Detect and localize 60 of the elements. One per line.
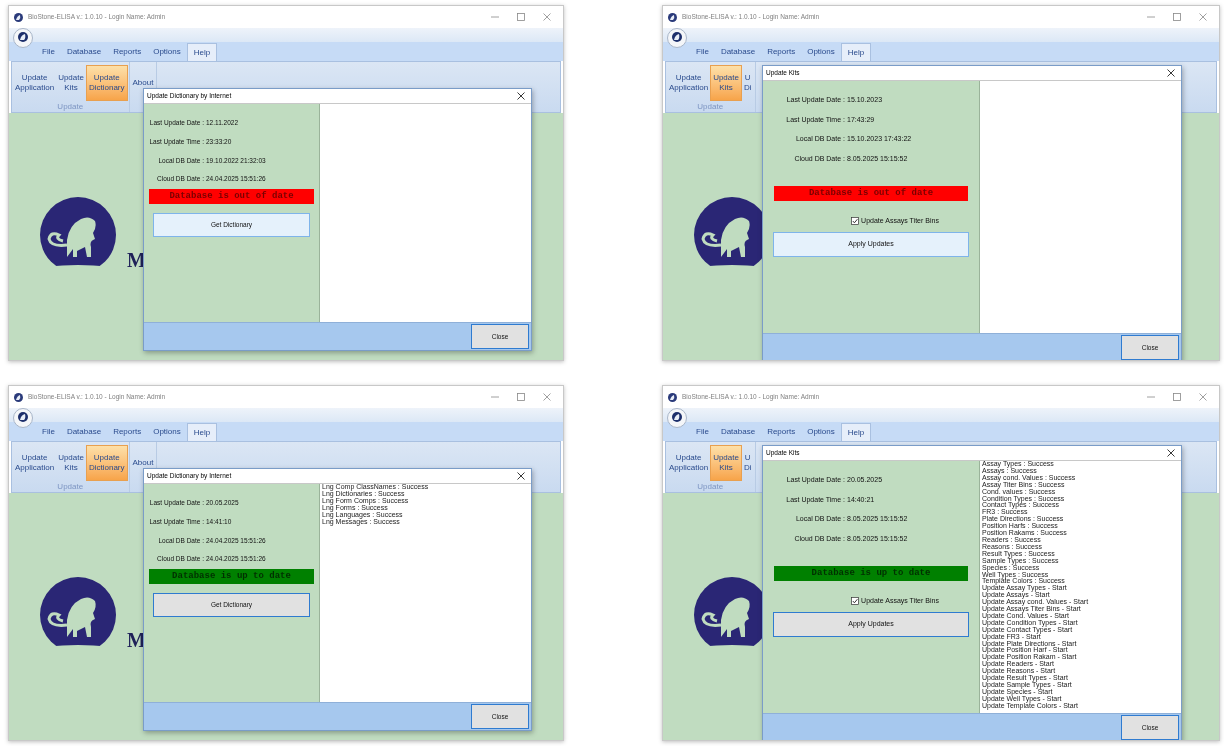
menu-tab[interactable]: Reports	[107, 43, 148, 61]
lion-icon	[37, 575, 119, 653]
ribbon-group-label: Update	[696, 481, 725, 492]
menu-tab[interactable]: Reports	[761, 423, 802, 441]
status-banner: Database is out of date	[774, 186, 968, 201]
ribbon-button[interactable]: Update Kits	[56, 445, 86, 481]
menu-tab[interactable]: Options	[147, 423, 187, 441]
ribbon-group-label: Update	[56, 101, 85, 112]
ribbon-group-label: Update	[56, 481, 85, 492]
status-banner: Database is up to date	[774, 566, 968, 581]
ribbon-button[interactable]: Update Application	[667, 445, 711, 481]
minimize-icon[interactable]	[491, 13, 499, 21]
menu-tab[interactable]: Database	[60, 423, 108, 441]
app-icon	[668, 392, 677, 402]
minimize-icon[interactable]	[491, 393, 499, 401]
close-icon[interactable]	[517, 472, 525, 480]
status-banner: Database is out of date	[149, 189, 314, 204]
ribbon-button[interactable]: Update Application	[13, 65, 57, 101]
close-icon[interactable]	[517, 92, 525, 100]
menu-tab[interactable]: File	[36, 423, 61, 441]
ribbon-button[interactable]: Update Application	[13, 445, 57, 481]
menu-tab[interactable]: Help	[840, 43, 872, 61]
menu-tab[interactable]: Options	[801, 423, 841, 441]
ribbon-button[interactable]: Update Dictionary	[85, 445, 128, 481]
ribbon-button[interactable]: U Di	[741, 445, 754, 481]
app-icon	[668, 12, 677, 22]
menu-tab[interactable]: File	[690, 43, 715, 61]
maximize-icon[interactable]	[517, 393, 525, 401]
minimize-icon[interactable]	[1147, 393, 1155, 401]
maximize-icon[interactable]	[517, 13, 525, 21]
menu-tab[interactable]: Help	[186, 423, 218, 441]
menu-tab[interactable]: Database	[60, 43, 108, 61]
menu-tab[interactable]: Database	[714, 423, 762, 441]
checkbox[interactable]	[851, 597, 860, 606]
ribbon-button[interactable]: Update Dictionary	[85, 65, 128, 101]
ribbon-button[interactable]: Update Kits	[710, 65, 742, 101]
menu-tab[interactable]: Help	[186, 43, 218, 61]
menu-tab[interactable]: Options	[147, 43, 187, 61]
ribbon-button[interactable]: Update Application	[667, 65, 711, 101]
maximize-icon[interactable]	[1173, 393, 1181, 401]
menu-tab[interactable]: File	[36, 43, 61, 61]
app-icon	[14, 12, 23, 22]
menu-tab[interactable]: File	[690, 423, 715, 441]
status-banner: Database is up to date	[149, 569, 314, 584]
minimize-icon[interactable]	[1147, 13, 1155, 21]
app-icon	[14, 392, 23, 402]
menu-tab[interactable]: Help	[840, 423, 872, 441]
menu-tab[interactable]: Reports	[761, 43, 802, 61]
checkbox[interactable]	[851, 217, 860, 226]
ribbon-group-label: Update	[696, 101, 725, 112]
close-icon[interactable]	[1167, 69, 1175, 77]
menu-tab[interactable]: Reports	[107, 423, 148, 441]
close-icon[interactable]	[1167, 449, 1175, 457]
maximize-icon[interactable]	[1173, 13, 1181, 21]
menu-tab[interactable]: Database	[714, 43, 762, 61]
ribbon-button[interactable]: Update Kits	[710, 445, 742, 481]
lion-icon	[37, 195, 119, 273]
ribbon-button[interactable]: U Di	[741, 65, 754, 101]
menu-tab[interactable]: Options	[801, 43, 841, 61]
ribbon-button[interactable]: Update Kits	[56, 65, 86, 101]
